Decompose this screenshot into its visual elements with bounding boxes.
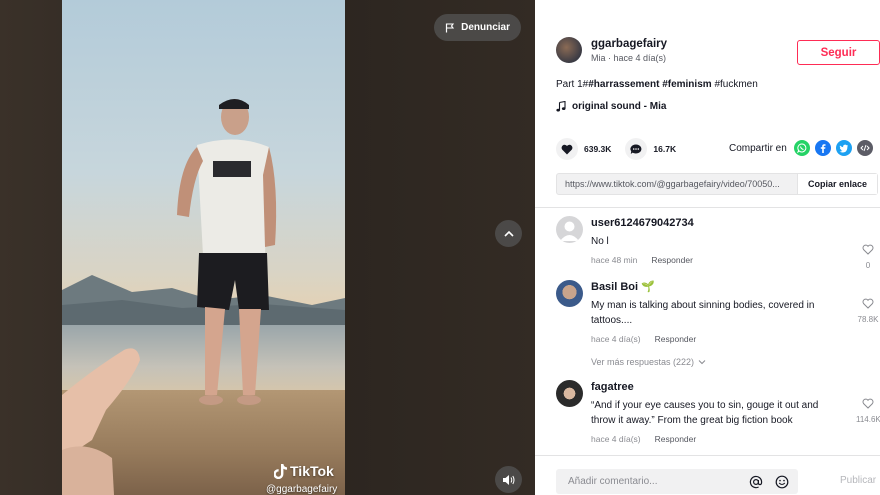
chevron-up-icon (503, 230, 514, 237)
comment-time: hace 48 min (591, 255, 638, 265)
comment-username[interactable]: fagatree (591, 380, 841, 394)
embed-icon[interactable] (856, 140, 873, 156)
comment-text: “And if your eye causes you to sin, goug… (591, 400, 819, 426)
info-panel: ggarbagefairy Mia · hace 4 día(s) Seguir… (535, 0, 880, 495)
emoji-button[interactable] (772, 472, 792, 492)
video-area: TikTok @ggarbagefairy Denunciar (0, 0, 535, 495)
comment-list: user6124679042734 No l hace 48 min Respo… (535, 208, 880, 455)
flag-icon (445, 22, 455, 32)
report-label: Denunciar (461, 22, 510, 33)
comment-button[interactable] (625, 138, 648, 160)
comment-meta: hace 4 día(s) Responder (591, 334, 841, 344)
tiktok-watermark: TikTok (274, 463, 334, 479)
watermark-handle: @ggarbagefairy (266, 484, 338, 495)
video-player[interactable]: TikTok @ggarbagefairy (62, 0, 345, 495)
comment-username[interactable]: user6124679042734 (591, 216, 841, 230)
comment-input[interactable]: Añadir comentario... (556, 469, 798, 494)
heart-outline-icon (862, 298, 874, 309)
comment-like-button[interactable]: 78.8K (856, 296, 880, 324)
mention-button[interactable] (746, 472, 766, 492)
view-more-replies-button[interactable]: Ver más respuestas (222) (591, 357, 706, 367)
chevron-down-icon (698, 360, 706, 365)
comment-like-count: 114.6K (856, 415, 880, 424)
music-note-icon (556, 101, 566, 112)
author-header: ggarbagefairy Mia · hace 4 día(s) Seguir (556, 37, 880, 67)
hashtag-text: #fuckmen (714, 79, 758, 90)
comment-username[interactable]: Basil Boi 🌱 (591, 280, 841, 294)
comment-username-text: user6124679042734 (591, 217, 694, 229)
comment-meta: hace 48 min Responder (591, 255, 841, 265)
comment-input-placeholder: Añadir comentario... (568, 476, 658, 487)
sprout-emoji: 🌱 (641, 281, 655, 293)
comment-text: My man is talking about sinning bodies, … (591, 300, 815, 326)
reply-button[interactable]: Responder (655, 434, 697, 444)
tiktok-video-page: TikTok @ggarbagefairy Denunciar ggarbage… (0, 0, 880, 495)
at-sign-icon (749, 475, 763, 488)
comment-count: 16.7K (653, 144, 677, 154)
share-label: Compartir en (729, 142, 787, 154)
comment-body: Basil Boi 🌱 My man is talking about sinn… (591, 280, 841, 344)
share-link-box: https://www.tiktok.com/@ggarbagefairy/vi… (556, 173, 878, 195)
copy-link-button[interactable]: Copiar enlace (797, 174, 877, 194)
like-button[interactable] (556, 138, 578, 160)
heart-outline-icon (862, 398, 874, 409)
share-row: Compartir en (729, 140, 873, 156)
tiktok-brand-text: TikTok (290, 463, 334, 479)
post-button[interactable]: Publicar (840, 475, 876, 486)
comment-avatar[interactable] (556, 280, 583, 307)
like-count: 639.3K (584, 144, 612, 154)
reply-button[interactable]: Responder (655, 334, 697, 344)
hashtag-link[interactable]: #feminism (662, 79, 711, 90)
author-subtitle: Mia · hace 4 día(s) (591, 53, 667, 63)
comment-body: user6124679042734 No l hace 48 min Respo… (591, 216, 841, 265)
video-caption: Part 1##harrassement #feminism #fuckmen (556, 79, 758, 90)
comment-avatar[interactable] (556, 380, 583, 407)
smiley-icon (775, 475, 789, 488)
sound-link[interactable]: original sound - Mia (556, 101, 666, 112)
twitter-icon[interactable] (835, 140, 852, 156)
previous-video-button[interactable] (495, 220, 522, 247)
report-button[interactable]: Denunciar (434, 14, 521, 41)
comment-like-button[interactable]: 114.6K (856, 396, 880, 424)
engagement-stats: 639.3K 16.7K (556, 138, 690, 160)
tiktok-logo-icon (274, 463, 287, 479)
share-link-url[interactable]: https://www.tiktok.com/@ggarbagefairy/vi… (557, 179, 797, 189)
comment-time: hace 4 día(s) (591, 434, 641, 444)
comment-like-button[interactable]: 0 (856, 242, 880, 270)
view-more-replies-label: Ver más respuestas (222) (591, 357, 695, 367)
facebook-icon[interactable] (814, 140, 831, 156)
author-avatar[interactable] (556, 37, 582, 63)
comment-text: No l (591, 236, 609, 247)
default-avatar-icon (560, 221, 579, 241)
comment-username-text: Basil Boi (591, 281, 639, 293)
divider (535, 455, 880, 456)
heart-icon (561, 144, 573, 154)
comment-username-text: fagatree (591, 381, 634, 393)
comment-body: fagatree “And if your eye causes you to … (591, 380, 841, 444)
follow-button[interactable]: Seguir (797, 40, 880, 65)
reply-button[interactable]: Responder (651, 255, 693, 265)
author-info: ggarbagefairy Mia · hace 4 día(s) (591, 37, 667, 67)
standing-man-figure (177, 99, 277, 405)
volume-icon (503, 474, 515, 485)
author-username[interactable]: ggarbagefairy (591, 37, 667, 51)
foreground-leg-image (62, 348, 140, 495)
comment-time: hace 4 día(s) (591, 334, 641, 344)
volume-button[interactable] (495, 466, 522, 493)
hashtag-link[interactable]: #harrassement (588, 79, 659, 90)
comment-bubble-icon (630, 143, 642, 154)
sound-label: original sound - Mia (572, 101, 667, 112)
comment-like-count: 78.8K (857, 315, 879, 324)
heart-outline-icon (862, 244, 874, 255)
comment-avatar[interactable] (556, 216, 583, 243)
comment-like-count: 0 (865, 261, 871, 270)
caption-prefix: Part 1# (556, 79, 589, 90)
comment-meta: hace 4 día(s) Responder (591, 434, 841, 444)
whatsapp-icon[interactable] (793, 140, 810, 156)
